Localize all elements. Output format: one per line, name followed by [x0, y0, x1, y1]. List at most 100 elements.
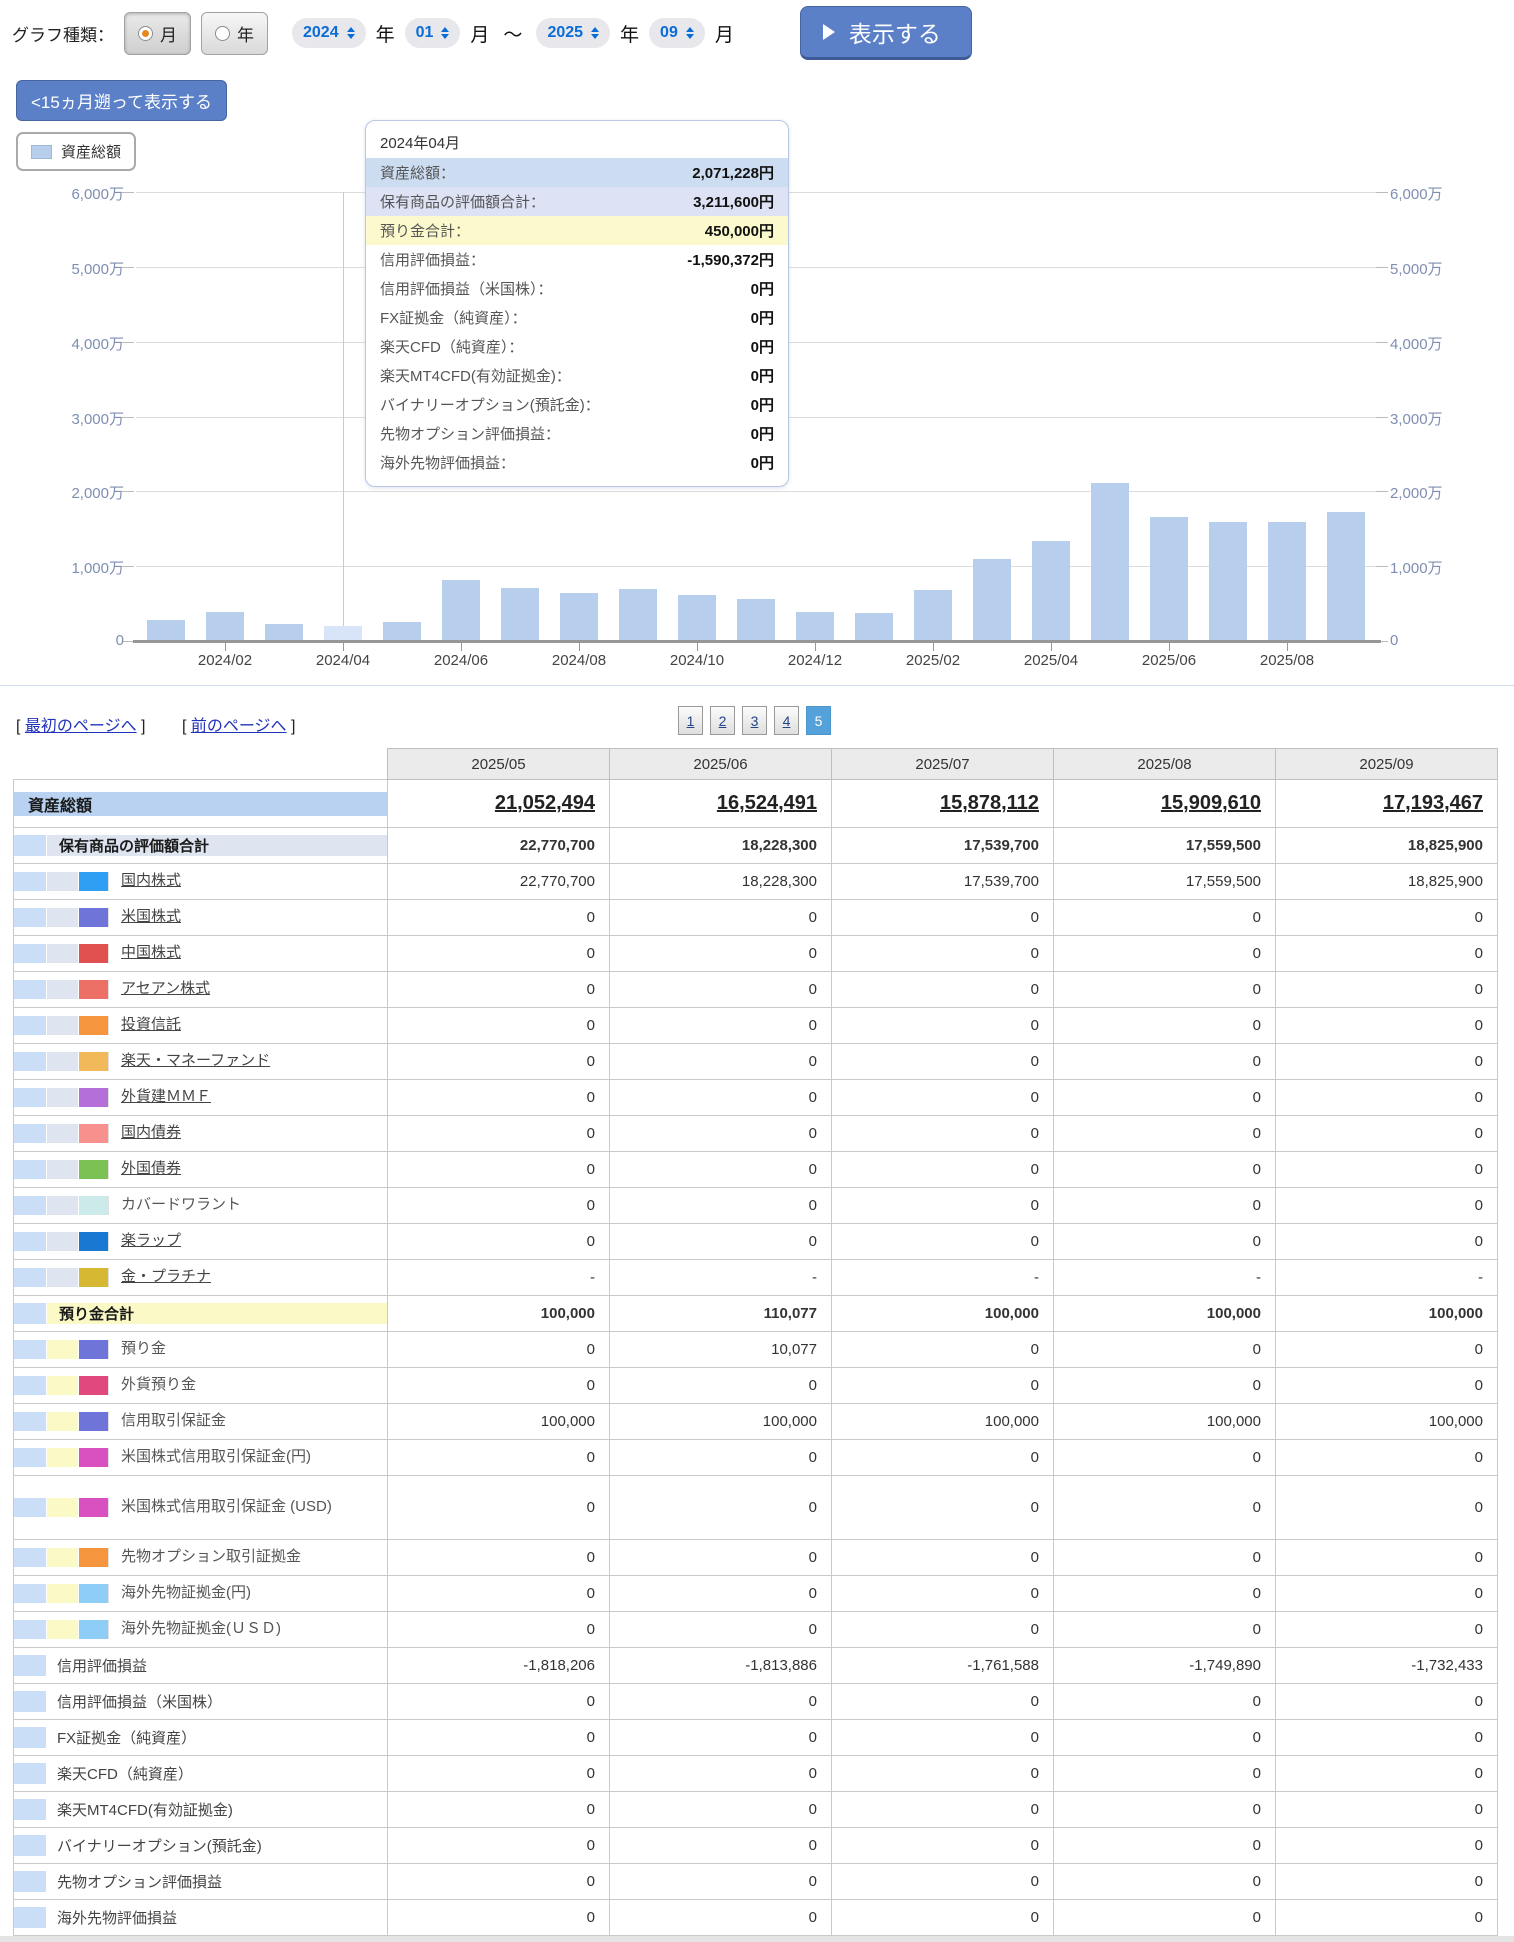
first-page-link[interactable]: 最初のページへ [25, 718, 137, 735]
bar[interactable] [1268, 522, 1306, 641]
cell-value: 0 [1275, 1331, 1498, 1368]
row-label: 海外先物評価損益 [57, 1910, 178, 1927]
row-label-wrap: 米国株式信用取引保証金 (USD) [109, 1498, 387, 1517]
bar[interactable] [1327, 512, 1365, 641]
row-label-flex: 国内債券 [14, 1124, 387, 1143]
cell-value: 0 [1275, 1151, 1498, 1188]
bar[interactable] [560, 593, 598, 641]
bracket: ] [291, 718, 296, 735]
cell-value: -1,818,206 [387, 1647, 610, 1684]
asset-total-value-link[interactable]: 16,524,491 [717, 792, 817, 814]
cell-value: 0 [1275, 935, 1498, 972]
legend-asset-total[interactable]: 資産総額 [16, 132, 137, 171]
bar[interactable] [1091, 483, 1129, 641]
cell-value: 0 [1053, 1043, 1276, 1080]
column-header: 2025/07 [831, 748, 1054, 780]
y-axis-label: 1,000万 [71, 560, 124, 578]
row-label-wrap: 信用取引保証金 [109, 1412, 387, 1431]
row-label-link[interactable]: 国内債券 [121, 1124, 181, 1143]
bar[interactable] [914, 590, 952, 641]
cell-value: 0 [609, 1755, 832, 1792]
indent-strip-level1 [14, 1584, 47, 1603]
row-label-link[interactable]: 米国株式 [121, 908, 181, 927]
color-swatch [79, 944, 109, 963]
bar[interactable] [1032, 541, 1070, 641]
prev-page-link[interactable]: 前のページへ [191, 718, 287, 735]
to-month-select[interactable]: 09 [649, 18, 705, 48]
bracket: [ [16, 718, 21, 735]
row-label-cell: 資産総額 [13, 779, 388, 828]
cell-value: 0 [387, 1439, 610, 1476]
row-label-wrap: 預り金 [109, 1340, 387, 1359]
page-button-1[interactable]: 1 [678, 706, 703, 735]
from-year-select[interactable]: 2024 [292, 18, 366, 48]
row-label-link[interactable]: 外貨建ＭＭＦ [121, 1088, 211, 1107]
bar[interactable] [973, 559, 1011, 641]
bar[interactable] [442, 580, 480, 641]
cell-value: 0 [609, 1539, 832, 1576]
row-label: カバードワラント [121, 1196, 242, 1214]
cell-value: 0 [831, 1007, 1054, 1044]
cell-value: 0 [609, 1043, 832, 1080]
to-year-select[interactable]: 2025 [536, 18, 611, 48]
indent-strip-level1 [14, 1691, 47, 1712]
indent-strip-level1 [14, 1799, 47, 1820]
bar[interactable] [1209, 522, 1247, 641]
from-month-select[interactable]: 01 [404, 18, 461, 48]
row-label-cell: カバードワラント [13, 1187, 388, 1224]
bar[interactable] [678, 595, 716, 641]
cell-value: 0 [831, 1079, 1054, 1116]
row-label: 預り金合計 [59, 1306, 135, 1323]
row-label-link[interactable]: 国内株式 [121, 872, 181, 891]
graph-type-radio-year[interactable]: 年 [201, 11, 268, 55]
bar[interactable] [324, 626, 362, 641]
bar[interactable] [147, 620, 185, 641]
bar[interactable] [206, 612, 244, 641]
bar[interactable] [265, 624, 303, 641]
cell-value: 0 [1053, 1331, 1276, 1368]
row-label-link[interactable]: 楽ラップ [121, 1232, 181, 1251]
bar[interactable] [855, 613, 893, 641]
back-15-months-button[interactable]: <15ヵ月遡って表示する [16, 80, 227, 121]
page-button-2[interactable]: 2 [710, 706, 735, 735]
bar[interactable] [737, 599, 775, 641]
cell-value: 0 [387, 899, 610, 936]
row-label-flex: 預り金 [14, 1340, 387, 1359]
row-label-link[interactable]: 外国債券 [121, 1160, 181, 1179]
table-row: バイナリーオプション(預託金) 0 0 0 0 0 [13, 1827, 1498, 1864]
from-month-unit: 月 [470, 24, 490, 46]
show-button[interactable]: 表示する [799, 6, 972, 60]
page-button-5[interactable]: 5 [806, 706, 831, 735]
page-button-4[interactable]: 4 [774, 706, 799, 735]
color-swatch [79, 1340, 109, 1359]
row-label: 楽天CFD（純資産） [57, 1766, 193, 1783]
bar[interactable] [619, 589, 657, 641]
row-label-cell: 米国株式信用取引保証金(円) [13, 1439, 388, 1476]
cell-value: 17,559,500 [1053, 827, 1276, 864]
bar[interactable] [501, 588, 539, 641]
bar[interactable] [1150, 517, 1188, 641]
cell-value: 0 [387, 1755, 610, 1792]
row-label-flex: カバードワラント [14, 1196, 387, 1215]
row-label-flex: 先物オプション取引証拠金 [14, 1548, 387, 1567]
table-row: 信用評価損益 -1,818,206 -1,813,886 -1,761,588 -1,7… [13, 1647, 1498, 1684]
asset-total-value-link[interactable]: 15,909,610 [1161, 792, 1261, 814]
indent-strip-level1 [14, 1160, 47, 1179]
cell-value: 0 [387, 1115, 610, 1152]
row-label-wrap: 海外先物証拠金(円) [109, 1584, 387, 1603]
asset-total-value-link[interactable]: 15,878,112 [940, 792, 1039, 814]
bar[interactable] [383, 622, 421, 641]
row-label-link[interactable]: 楽天・マネーファンド [121, 1052, 270, 1071]
row-label-link[interactable]: アセアン株式 [121, 980, 210, 999]
graph-type-radio-month[interactable]: 月 [124, 11, 191, 55]
page-button-3[interactable]: 3 [742, 706, 767, 735]
tooltip-row: 楽天CFD（純資産）： 0円 [366, 332, 788, 361]
row-label: 先物オプション取引証拠金 [121, 1548, 302, 1566]
row-label-link[interactable]: 金・プラチナ [121, 1268, 211, 1287]
row-label-link[interactable]: 投資信託 [121, 1016, 181, 1035]
row-label-link[interactable]: 中国株式 [121, 944, 181, 963]
asset-total-value-link[interactable]: 17,193,467 [1383, 792, 1483, 814]
x-axis-label: 2025/04 [1023, 652, 1079, 669]
bar[interactable] [796, 612, 834, 641]
asset-total-value-link[interactable]: 21,052,494 [495, 792, 595, 814]
